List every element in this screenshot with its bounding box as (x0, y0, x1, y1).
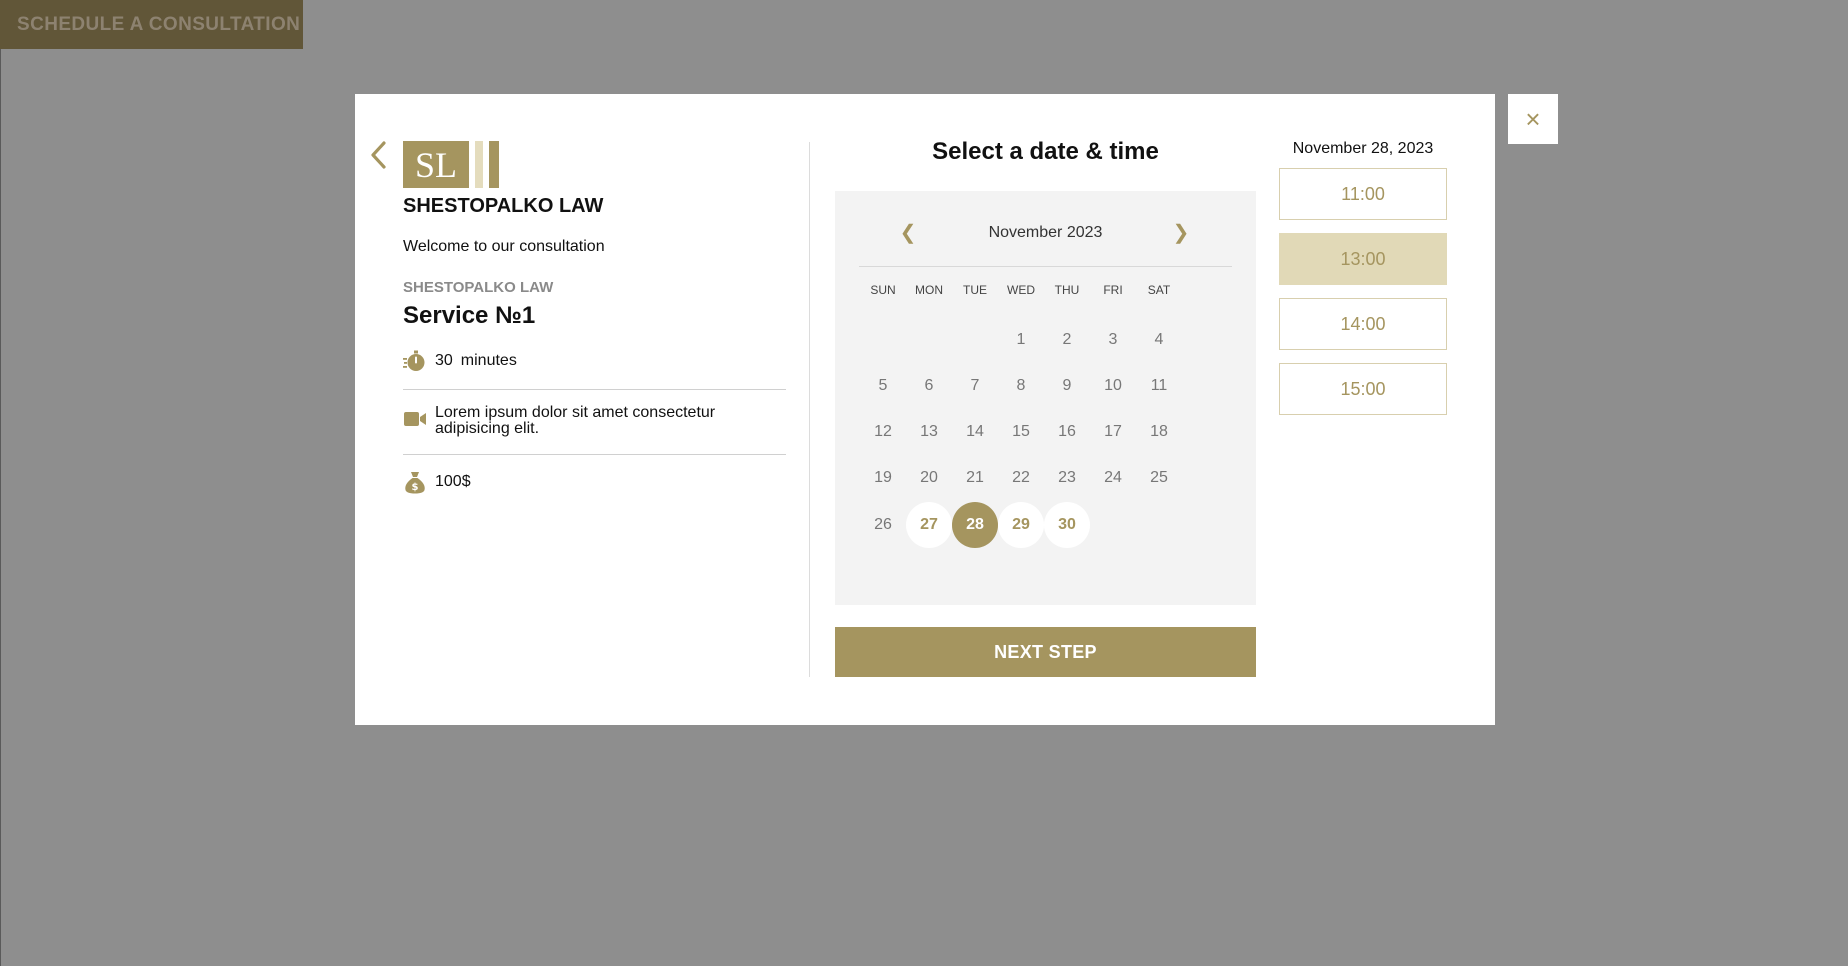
booking-modal: SL SHESTOPALKO LAW Welcome to our consul… (355, 94, 1495, 725)
price: 100$ (435, 473, 471, 490)
close-button[interactable]: × (1508, 94, 1558, 144)
divider (403, 454, 786, 455)
calendar-day: 24 (1104, 469, 1122, 486)
back-arrow-icon[interactable] (370, 140, 388, 170)
calendar: ❮ November 2023 ❯ SUN MON TUE WED THU FRI SAT … (835, 191, 1256, 605)
calendar-day: 26 (874, 516, 892, 533)
calendar-day-available[interactable]: 27 (906, 502, 952, 548)
calendar-day-available[interactable]: 29 (998, 502, 1044, 548)
time-slot[interactable]: 14:00 (1279, 298, 1447, 350)
duration-value: 30 (435, 352, 453, 369)
firm-subtitle: SHESTOPALKO LAW (403, 279, 554, 296)
calendar-day-selected[interactable]: 28 (952, 502, 998, 548)
calendar-day: 15 (1012, 423, 1030, 440)
time-slot[interactable]: 15:00 (1279, 363, 1447, 415)
calendar-day: 10 (1104, 377, 1122, 394)
calendar-day: 16 (1058, 423, 1076, 440)
logo-text: SL (415, 145, 457, 185)
calendar-day: 13 (920, 423, 938, 440)
calendar-day: 18 (1150, 423, 1168, 440)
duration-row: 30 minutes (403, 349, 517, 373)
calendar-day: 5 (878, 377, 888, 394)
firm-name: SHESTOPALKO LAW (403, 195, 604, 217)
calendar-day: 6 (924, 377, 934, 394)
calendar-day: 21 (966, 469, 984, 486)
duration-unit: minutes (460, 352, 517, 369)
column-divider (809, 142, 810, 677)
calendar-day: 9 (1062, 377, 1072, 394)
calendar-day: 11 (1150, 377, 1168, 394)
calendar-day: 22 (1012, 469, 1030, 486)
divider (403, 389, 786, 390)
calendar-day: 1 (1016, 331, 1026, 348)
page-edge (0, 0, 1, 966)
next-step-button[interactable]: NEXT STEP (835, 627, 1256, 677)
price-row: $ 100$ (403, 470, 471, 494)
location-text: Lorem ipsum dolor sit amet consectetur a… (435, 404, 716, 437)
calendar-day-available[interactable]: 30 (1044, 502, 1090, 548)
calendar-day: 8 (1016, 377, 1026, 394)
svg-text:$: $ (412, 482, 419, 493)
calendar-day: 23 (1058, 469, 1076, 486)
money-bag-icon: $ (403, 470, 427, 494)
calendar-day: 19 (874, 469, 892, 486)
calendar-day: 4 (1154, 331, 1164, 348)
calendar-divider (859, 266, 1232, 267)
next-month-button[interactable]: ❯ (1166, 218, 1196, 248)
firm-logo: SL (403, 141, 499, 188)
calendar-heading: Select a date & time (932, 138, 1159, 165)
selected-date: November 28, 2023 (1292, 140, 1434, 157)
stopwatch-icon (403, 349, 427, 373)
calendar-day: 7 (970, 377, 980, 394)
calendar-day: 25 (1150, 469, 1168, 486)
video-camera-icon (403, 407, 427, 431)
calendar-day: 12 (874, 423, 892, 440)
weekday-6: SAT (1147, 283, 1171, 297)
location-row: Lorem ipsum dolor sit amet consectetur a… (403, 405, 725, 437)
time-slot[interactable]: 11:00 (1279, 168, 1447, 220)
calendar-day: 2 (1062, 331, 1072, 348)
calendar-day: 20 (920, 469, 938, 486)
schedule-consultation-button[interactable]: SCHEDULE A CONSULTATION (0, 0, 303, 49)
service-name: Service №1 (403, 302, 536, 329)
calendar-day: 17 (1104, 423, 1122, 440)
calendar-day: 3 (1108, 331, 1118, 348)
calendar-day: 14 (966, 423, 984, 440)
month-navigation: ❮ November 2023 ❯ (835, 218, 1256, 248)
time-slot[interactable]: 13:00 (1279, 233, 1447, 285)
welcome-text: Welcome to our consultation (403, 238, 605, 255)
